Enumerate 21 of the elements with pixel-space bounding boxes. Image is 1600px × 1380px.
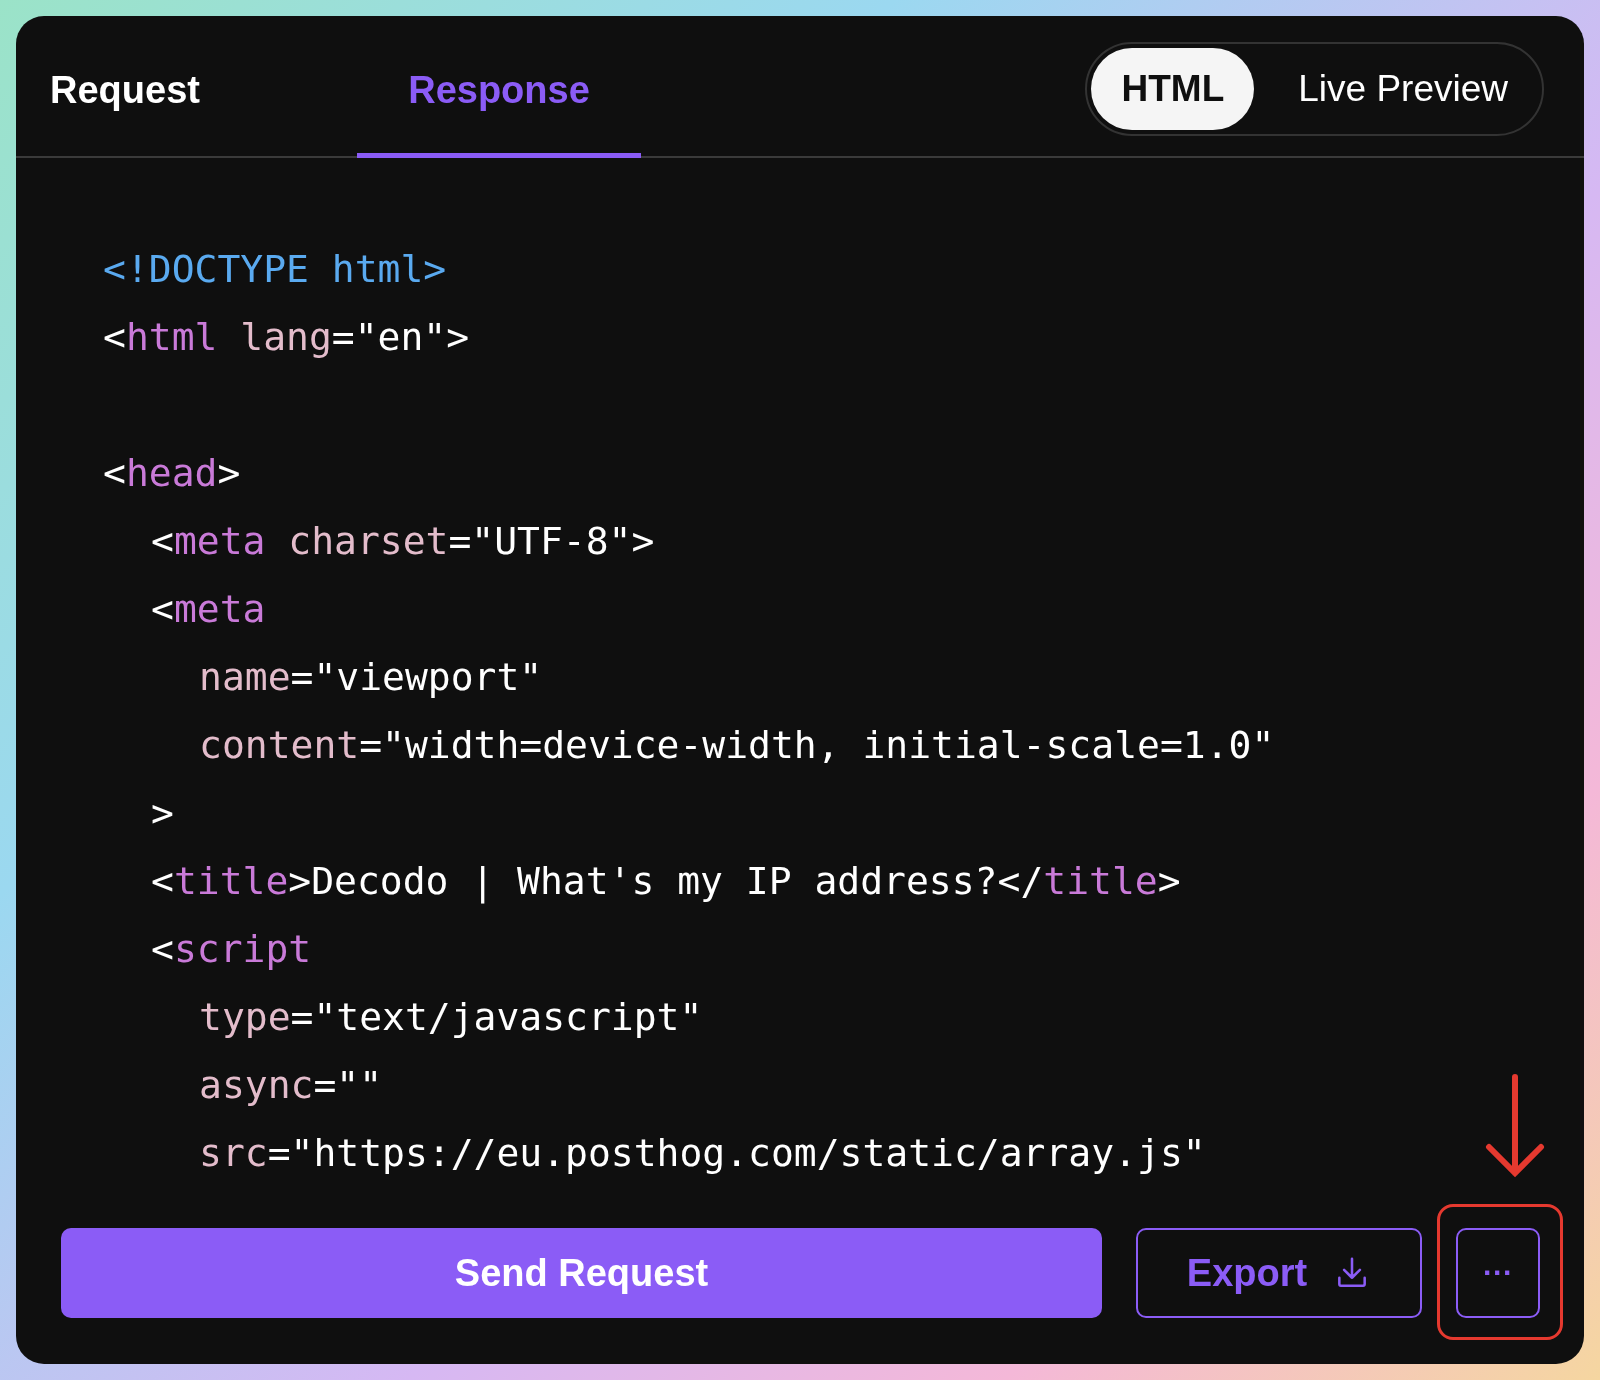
code-line: <meta bbox=[151, 586, 266, 633]
export-button[interactable]: Export bbox=[1136, 1228, 1422, 1318]
code-line: async="" bbox=[199, 1062, 383, 1109]
send-request-button[interactable]: Send Request bbox=[61, 1228, 1102, 1318]
more-button[interactable]: ··· bbox=[1456, 1228, 1540, 1318]
down-arrow-icon bbox=[1483, 1074, 1547, 1178]
code-line: <html lang="en"> bbox=[103, 314, 470, 361]
code-line: <head> bbox=[103, 450, 241, 497]
code-line: type="text/javascript" bbox=[199, 994, 703, 1041]
code-line: <script bbox=[151, 926, 312, 973]
code-line: <!DOCTYPE html> bbox=[103, 246, 447, 293]
tab[interactable]: Response bbox=[357, 16, 641, 158]
code-line: > bbox=[151, 790, 174, 837]
code-line: <title>Decodo | What's my IP address?</title> bbox=[151, 858, 1181, 906]
code-line: src="https://eu.posthog.com/static/array.js" bbox=[199, 1130, 1206, 1177]
toggle-option[interactable]: HTML bbox=[1091, 48, 1255, 130]
tab[interactable]: Request bbox=[50, 16, 268, 158]
code-line: <meta charset="UTF-8"> bbox=[151, 518, 655, 565]
code-line: name="viewport" bbox=[199, 654, 543, 701]
toggle-option[interactable]: Live Preview bbox=[1268, 48, 1538, 130]
code-line: content="width=device-width, initial-scale=1.0" bbox=[199, 722, 1275, 769]
